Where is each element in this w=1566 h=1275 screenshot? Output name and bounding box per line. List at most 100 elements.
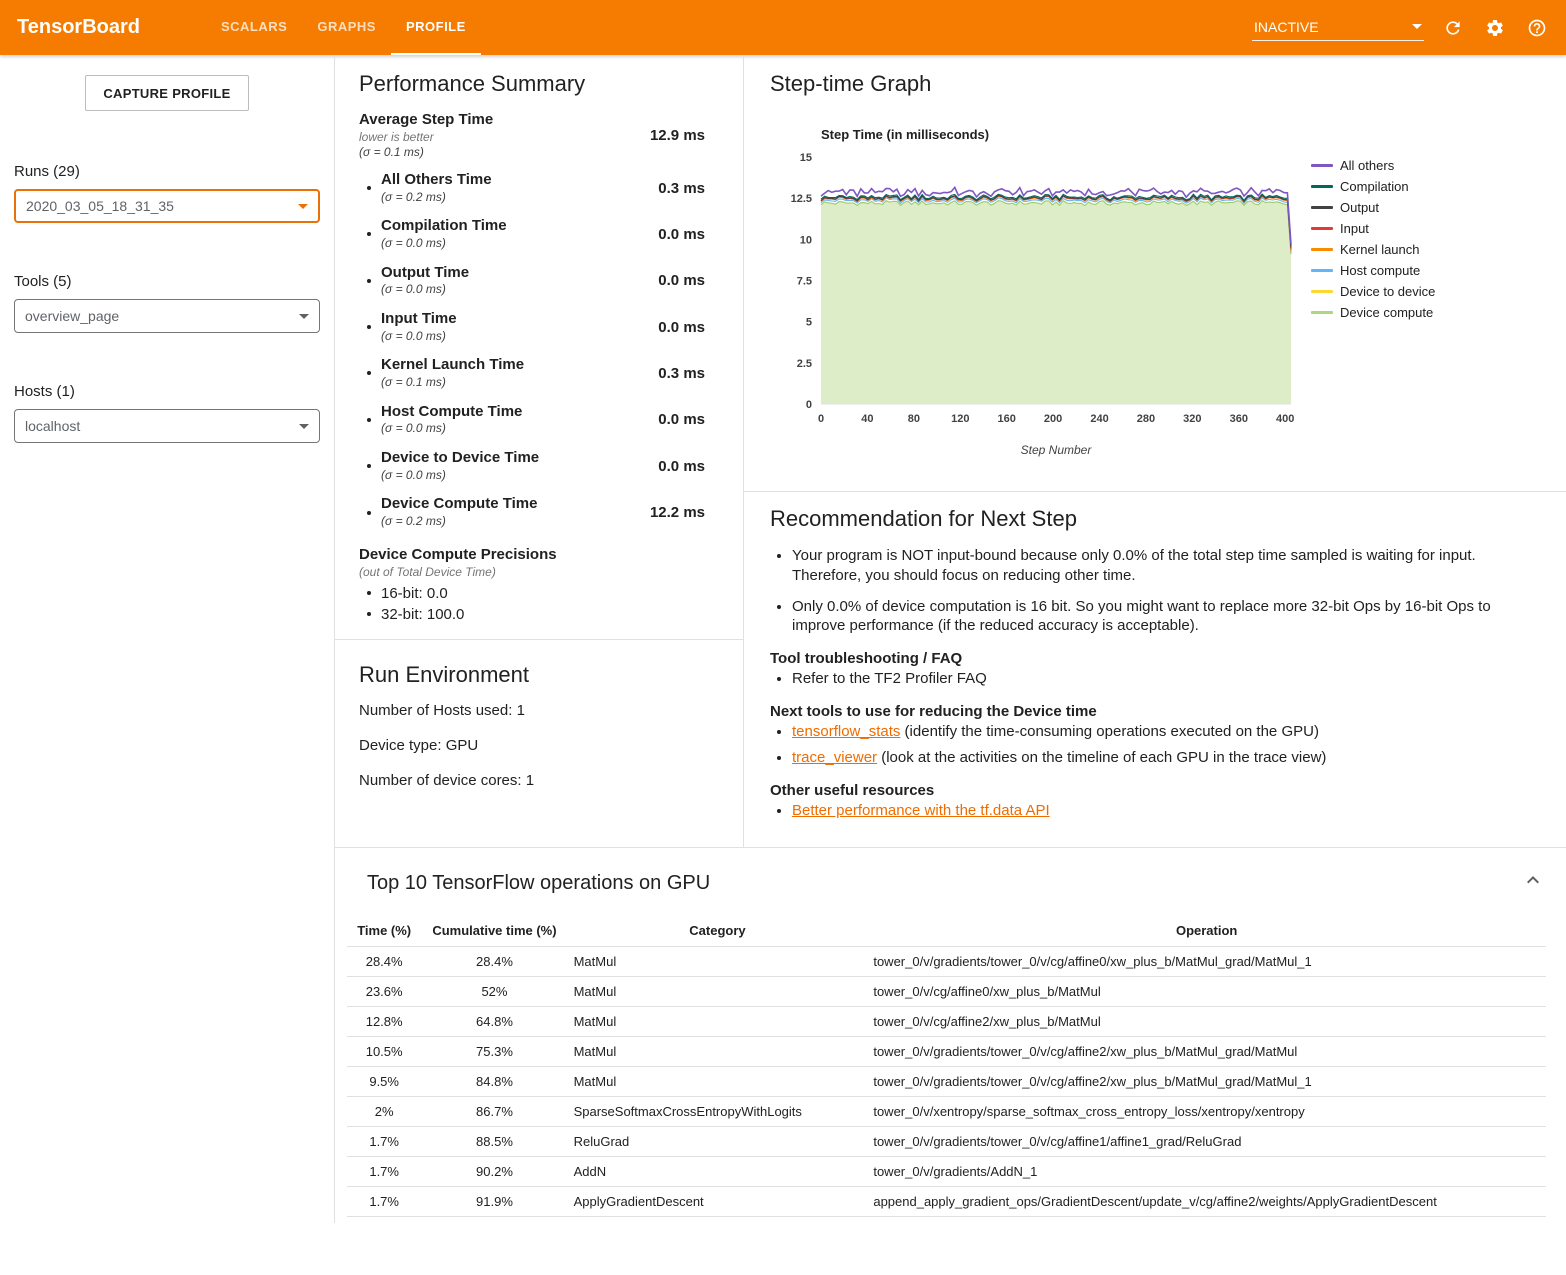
metric-value: 0.3 ms — [631, 180, 705, 197]
next-tools-list: tensorflow_stats (identify the time-cons… — [770, 722, 1536, 768]
svg-text:0: 0 — [806, 399, 812, 411]
cell-cumulative: 91.9% — [421, 1187, 567, 1217]
cell-time: 28.4% — [347, 947, 421, 977]
chevron-down-icon — [299, 314, 309, 319]
svg-text:360: 360 — [1230, 413, 1248, 425]
cell-operation: append_apply_gradient_ops/GradientDescen… — [867, 1187, 1546, 1217]
svg-text:160: 160 — [997, 413, 1015, 425]
metric-sigma: (σ = 0.1 ms) — [359, 145, 631, 161]
legend-swatch — [1311, 269, 1333, 272]
table-header-row: Time (%) Cumulative time (%) Category Op… — [347, 915, 1546, 947]
table-row: 28.4% 28.4% MatMul tower_0/v/gradients/t… — [347, 947, 1546, 977]
metric-row-compilation: Compilation Time (σ = 0.0 ms) 0.0 ms — [359, 211, 721, 257]
header-actions: INACTIVE — [1252, 15, 1550, 41]
svg-text:10: 10 — [800, 234, 812, 246]
tool-item: trace_viewer (look at the activities on … — [792, 748, 1536, 768]
table-row: 12.8% 64.8% MatMul tower_0/v/cg/affine2/… — [347, 1007, 1546, 1037]
tool-description: (identify the time-consuming operations … — [900, 723, 1319, 740]
runs-label: Runs (29) — [14, 163, 320, 180]
metric-name: Average Step Time — [359, 111, 631, 130]
svg-text:80: 80 — [908, 413, 920, 425]
metric-row-kernel-launch: Kernel Launch Time (σ = 0.1 ms) 0.3 ms — [359, 350, 721, 396]
metric-value: 0.0 ms — [631, 458, 705, 475]
legend-label: Input — [1340, 221, 1369, 236]
cell-operation: tower_0/v/gradients/tower_0/v/cg/affine0… — [867, 947, 1546, 977]
metric-value: 0.0 ms — [631, 226, 705, 243]
hosts-group: Hosts (1) localhost — [14, 383, 320, 443]
col-cumulative: Cumulative time (%) — [421, 915, 567, 947]
cell-category: AddN — [568, 1157, 868, 1187]
legend-swatch — [1311, 290, 1333, 293]
cell-category: ApplyGradientDescent — [568, 1187, 868, 1217]
precision-32bit: 32-bit: 100.0 — [359, 604, 721, 625]
tab-graphs[interactable]: GRAPHS — [302, 0, 391, 55]
svg-text:120: 120 — [951, 413, 969, 425]
step-time-graph-title: Step-time Graph — [770, 71, 1546, 97]
legend-label: Device to device — [1340, 284, 1435, 299]
cell-category: SparseSoftmaxCrossEntropyWithLogits — [568, 1097, 868, 1127]
precisions-subtitle: (out of Total Device Time) — [359, 565, 721, 579]
bullet-dot — [367, 612, 371, 616]
precision-value: 32-bit: 100.0 — [381, 606, 464, 623]
legend-item: Host compute — [1311, 264, 1435, 277]
legend-item: Output — [1311, 201, 1435, 214]
help-button[interactable] — [1524, 15, 1550, 41]
run-environment-card: Run Environment Number of Hosts used: 1 … — [335, 640, 743, 848]
resource-item: Better performance with the tf.data API — [792, 801, 1536, 821]
metric-sigma: (σ = 0.0 ms) — [381, 282, 631, 298]
tensorflow-stats-link[interactable]: tensorflow_stats — [792, 723, 900, 740]
bullet-dot — [367, 325, 371, 329]
refresh-button[interactable] — [1440, 15, 1466, 41]
svg-text:320: 320 — [1183, 413, 1201, 425]
trace-viewer-link[interactable]: trace_viewer — [792, 749, 877, 766]
metric-name: Compilation Time — [381, 217, 631, 236]
performance-summary-card: Performance Summary Average Step Time lo… — [335, 55, 743, 640]
metric-row-device-to-device: Device to Device Time (σ = 0.0 ms) 0.0 m… — [359, 443, 721, 489]
tfdata-performance-link[interactable]: Better performance with the tf.data API — [792, 802, 1050, 819]
reload-status-select[interactable]: INACTIVE — [1252, 15, 1424, 41]
svg-text:280: 280 — [1137, 413, 1155, 425]
sidebar: CAPTURE PROFILE Runs (29) 2020_03_05_18_… — [0, 55, 334, 1223]
cell-operation: tower_0/v/xentropy/sparse_softmax_cross_… — [867, 1097, 1546, 1127]
collapse-section-button[interactable] — [1520, 868, 1546, 894]
tools-dropdown[interactable]: overview_page — [14, 299, 320, 333]
metric-name: Output Time — [381, 264, 631, 283]
faq-heading: Tool troubleshooting / FAQ — [770, 650, 1536, 667]
tools-group: Tools (5) overview_page — [14, 273, 320, 333]
device-cores-line: Number of device cores: 1 — [359, 772, 721, 789]
recommendation-title: Recommendation for Next Step — [770, 506, 1536, 532]
chevron-down-icon — [298, 204, 308, 209]
metric-row-device-compute: Device Compute Time (σ = 0.2 ms) 12.2 ms — [359, 489, 721, 535]
tool-description: (look at the activities on the timeline … — [877, 749, 1326, 766]
cell-time: 1.7% — [347, 1187, 421, 1217]
bullet-dot — [367, 418, 371, 422]
settings-button[interactable] — [1482, 15, 1508, 41]
average-step-time-row: Average Step Time lower is better (σ = 0… — [359, 111, 721, 161]
run-environment-title: Run Environment — [359, 662, 721, 688]
metric-value: 0.0 ms — [631, 411, 705, 428]
step-time-chart: Step Time (in milliseconds)02.557.51012.… — [770, 127, 1299, 461]
hosts-dropdown[interactable]: localhost — [14, 409, 320, 443]
step-time-chart-area: Step Time (in milliseconds)02.557.51012.… — [770, 127, 1546, 461]
legend-swatch — [1311, 227, 1333, 230]
capture-profile-button[interactable]: CAPTURE PROFILE — [85, 75, 249, 111]
legend-label: Device compute — [1340, 305, 1433, 320]
bullet-dot — [367, 371, 371, 375]
tab-scalars[interactable]: SCALARS — [206, 0, 302, 55]
table-row: 10.5% 75.3% MatMul tower_0/v/gradients/t… — [347, 1037, 1546, 1067]
cell-operation: tower_0/v/cg/affine0/xw_plus_b/MatMul — [867, 977, 1546, 1007]
metric-name: All Others Time — [381, 171, 631, 190]
cell-operation: tower_0/v/gradients/AddN_1 — [867, 1157, 1546, 1187]
metric-value: 12.2 ms — [631, 504, 705, 521]
cell-cumulative: 88.5% — [421, 1127, 567, 1157]
metric-value: 0.3 ms — [631, 365, 705, 382]
cell-cumulative: 90.2% — [421, 1157, 567, 1187]
precision-16bit: 16-bit: 0.0 — [359, 583, 721, 604]
cell-cumulative: 64.8% — [421, 1007, 567, 1037]
legend-swatch — [1311, 206, 1333, 209]
runs-dropdown[interactable]: 2020_03_05_18_31_35 — [14, 189, 320, 223]
metric-sigma: (σ = 0.0 ms) — [381, 236, 631, 252]
cell-time: 1.7% — [347, 1127, 421, 1157]
recommendation-bullet: Only 0.0% of device computation is 16 bi… — [792, 597, 1536, 637]
tab-profile[interactable]: PROFILE — [391, 0, 481, 55]
